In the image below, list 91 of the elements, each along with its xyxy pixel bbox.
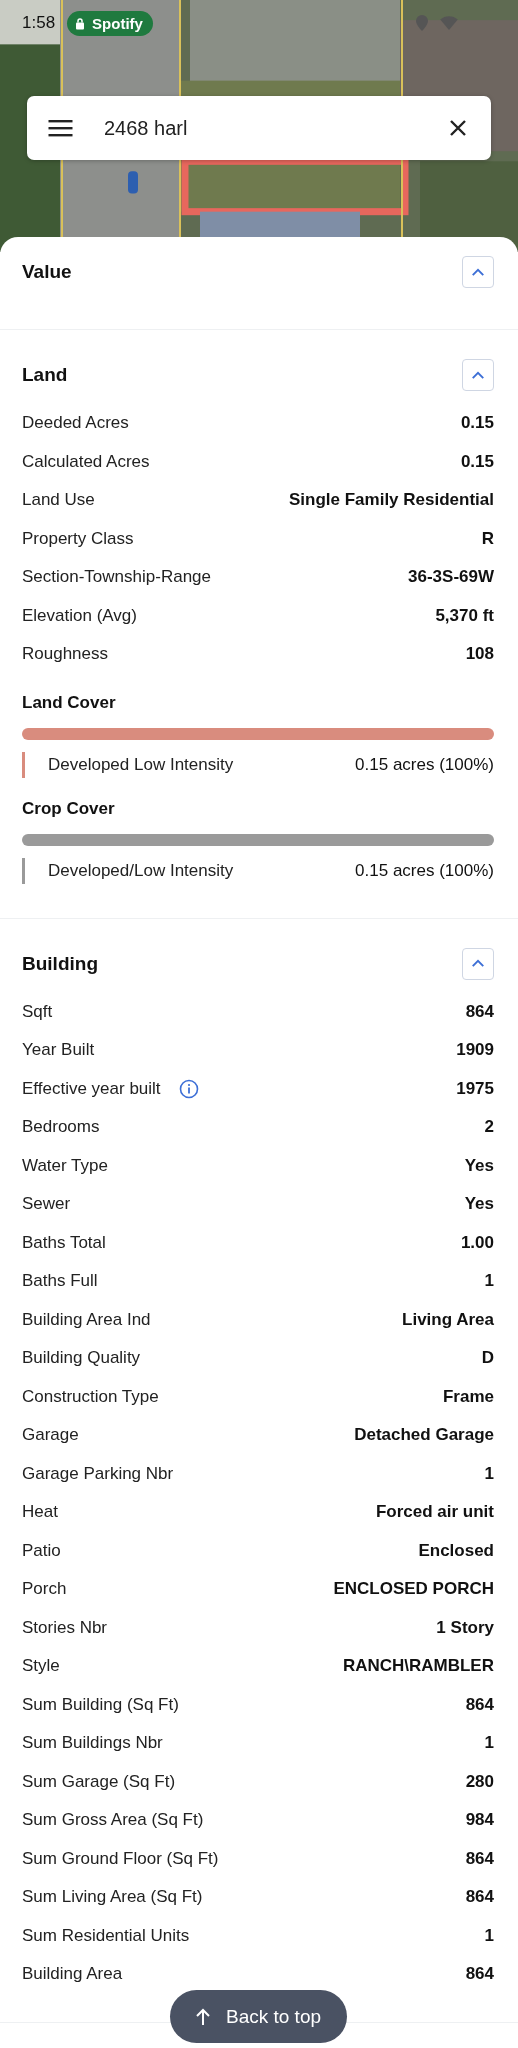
field-value: 864 bbox=[465, 1848, 494, 1869]
chevron-up-icon bbox=[471, 959, 485, 968]
field-label: Sum Buildings Nbr bbox=[22, 1733, 163, 1754]
field-value: 864 bbox=[465, 1694, 494, 1715]
legend-value: 0.15 acres (100%) bbox=[355, 754, 494, 775]
field-value: 108 bbox=[465, 644, 494, 665]
collapse-button[interactable] bbox=[462, 256, 494, 288]
field-value: 864 bbox=[465, 1887, 494, 1908]
field-value: 1 bbox=[484, 1925, 494, 1946]
legend-value: 0.15 acres (100%) bbox=[355, 860, 494, 881]
field-label: Elevation (Avg) bbox=[22, 605, 137, 626]
section-title: Building bbox=[22, 952, 98, 975]
field-value: Yes bbox=[464, 1194, 494, 1215]
field-label: Building Area Ind bbox=[22, 1309, 151, 1330]
field-value: 1909 bbox=[456, 1040, 494, 1061]
field-value: Frame bbox=[442, 1386, 494, 1407]
field-value: Detached Garage bbox=[354, 1425, 494, 1446]
field-label: Sum Living Area (Sq Ft) bbox=[22, 1887, 203, 1908]
field-value: 864 bbox=[465, 1964, 494, 1985]
field-label: Sewer bbox=[22, 1194, 71, 1215]
field-label: Roughness bbox=[22, 644, 108, 665]
field-label: Garage bbox=[22, 1425, 79, 1446]
status-time: 1:58 bbox=[22, 13, 56, 33]
arrow-up-icon bbox=[195, 2007, 210, 2026]
menu-icon[interactable] bbox=[48, 119, 73, 137]
field-label: Garage Parking Nbr bbox=[22, 1463, 174, 1484]
search-field[interactable]: 2468 harl bbox=[27, 96, 491, 160]
field-value: 984 bbox=[465, 1810, 494, 1831]
close-icon[interactable] bbox=[449, 119, 467, 137]
field-value: R bbox=[481, 528, 494, 549]
field-value: RANCH\RAMBLER bbox=[342, 1656, 494, 1677]
field-value: Enclosed bbox=[418, 1540, 494, 1561]
field-value: ENCLOSED PORCH bbox=[333, 1579, 494, 1600]
section-title: Land bbox=[22, 364, 68, 386]
field-label: Style bbox=[22, 1656, 60, 1677]
field-value: Forced air unit bbox=[375, 1502, 494, 1523]
legend-label: Developed/Low Intensity bbox=[48, 860, 234, 881]
info-icon[interactable] bbox=[178, 1078, 199, 1099]
field-value: 1 Story bbox=[436, 1617, 494, 1638]
field-value: Single Family Residential bbox=[289, 490, 494, 511]
field-label: Heat bbox=[22, 1502, 58, 1523]
collapse-button[interactable] bbox=[462, 359, 494, 391]
field-label: Effective year built bbox=[22, 1078, 161, 1099]
field-label: Stories Nbr bbox=[22, 1617, 108, 1638]
field-label: Sum Ground Floor (Sq Ft) bbox=[22, 1848, 219, 1869]
field-label: Section-Township-Range bbox=[22, 567, 211, 588]
cover-title: Crop Cover bbox=[22, 797, 116, 820]
field-label: Patio bbox=[22, 1540, 61, 1561]
field-label: Year Built bbox=[22, 1040, 95, 1061]
section-title: Value bbox=[22, 261, 72, 283]
legend-label: Developed Low Intensity bbox=[48, 754, 234, 775]
field-label: Deeded Acres bbox=[22, 413, 129, 434]
field-value: Yes bbox=[464, 1155, 494, 1176]
field-label: Baths Total bbox=[22, 1232, 106, 1253]
field-label: Sum Building (Sq Ft) bbox=[22, 1694, 179, 1715]
field-value: 36-3S-69W bbox=[408, 567, 494, 588]
field-label: Bedrooms bbox=[22, 1117, 100, 1138]
field-label: Building Quality bbox=[22, 1348, 141, 1369]
back-to-top-button[interactable]: Back to top bbox=[170, 1990, 347, 2043]
chevron-up-icon bbox=[471, 267, 485, 277]
chevron-up-icon bbox=[471, 370, 485, 380]
field-value: 1 bbox=[484, 1271, 494, 1292]
field-label: Land Use bbox=[22, 490, 95, 511]
field-label: Calculated Acres bbox=[22, 451, 150, 472]
field-value: 1 bbox=[484, 1733, 494, 1754]
field-label: Sum Gross Area (Sq Ft) bbox=[22, 1810, 204, 1831]
field-value: 1.00 bbox=[460, 1232, 494, 1253]
field-value: Living Area bbox=[402, 1309, 494, 1330]
field-value: 280 bbox=[465, 1771, 494, 1792]
field-label: Construction Type bbox=[22, 1386, 159, 1407]
field-label: Baths Full bbox=[22, 1271, 98, 1292]
field-label: Sum Garage (Sq Ft) bbox=[22, 1771, 176, 1792]
field-value: D bbox=[481, 1348, 494, 1369]
field-value: 0.15 bbox=[460, 413, 494, 434]
field-label: Porch bbox=[22, 1579, 67, 1600]
lock-icon bbox=[75, 16, 86, 30]
collapse-button[interactable] bbox=[462, 947, 494, 980]
field-label: Property Class bbox=[22, 528, 134, 549]
field-label: Sum Residential Units bbox=[22, 1925, 190, 1946]
field-value: 1 bbox=[484, 1463, 494, 1484]
wifi-icon bbox=[440, 16, 458, 30]
field-value: 864 bbox=[465, 1001, 494, 1022]
field-value: 1975 bbox=[456, 1078, 494, 1099]
field-value: 0.15 bbox=[460, 451, 494, 472]
field-value: 2 bbox=[484, 1117, 494, 1138]
location-pin-icon bbox=[416, 15, 428, 31]
field-label: Water Type bbox=[22, 1155, 108, 1176]
field-label: Sqft bbox=[22, 1001, 53, 1022]
field-value: 5,370 ft bbox=[435, 605, 494, 626]
cover-title: Land Cover bbox=[22, 691, 117, 714]
field-label: Building Area bbox=[22, 1964, 123, 1985]
